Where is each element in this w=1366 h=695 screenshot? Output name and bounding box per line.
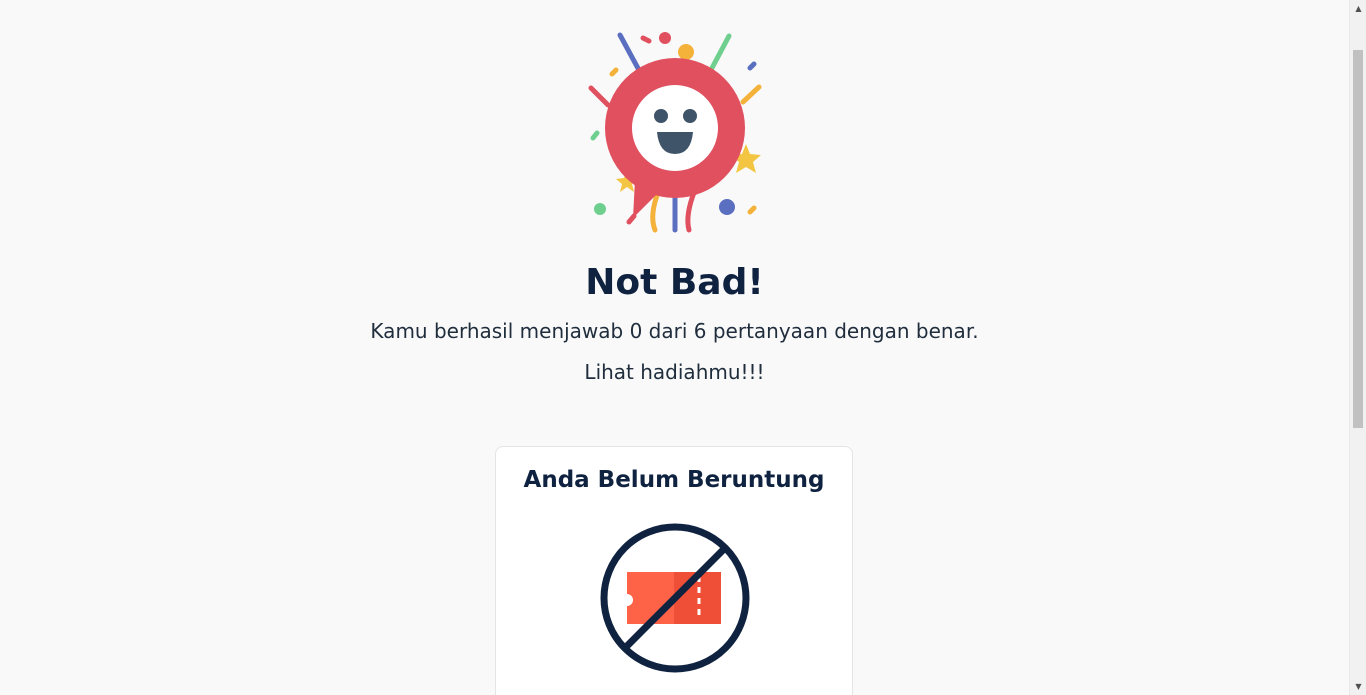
scroll-up-arrow-icon[interactable]: ▲	[1350, 0, 1366, 17]
happy-face-celebration-icon	[583, 30, 767, 236]
prize-prompt: Lihat hadiahmu!!!	[584, 360, 765, 384]
prize-card: Anda Belum Beruntung	[495, 446, 853, 695]
result-message: Kamu berhasil menjawab 0 dari 6 pertanya…	[370, 319, 979, 343]
vertical-scrollbar[interactable]: ▲ ▼	[1349, 0, 1366, 695]
result-title: Not Bad!	[585, 262, 764, 303]
prize-card-title: Anda Belum Beruntung	[523, 467, 825, 493]
scroll-thumb[interactable]	[1353, 50, 1363, 428]
quiz-result-page: Not Bad! Kamu berhasil menjawab 0 dari 6…	[0, 0, 1349, 695]
no-ticket-icon	[599, 522, 751, 674]
scroll-down-arrow-icon[interactable]: ▼	[1350, 678, 1366, 695]
